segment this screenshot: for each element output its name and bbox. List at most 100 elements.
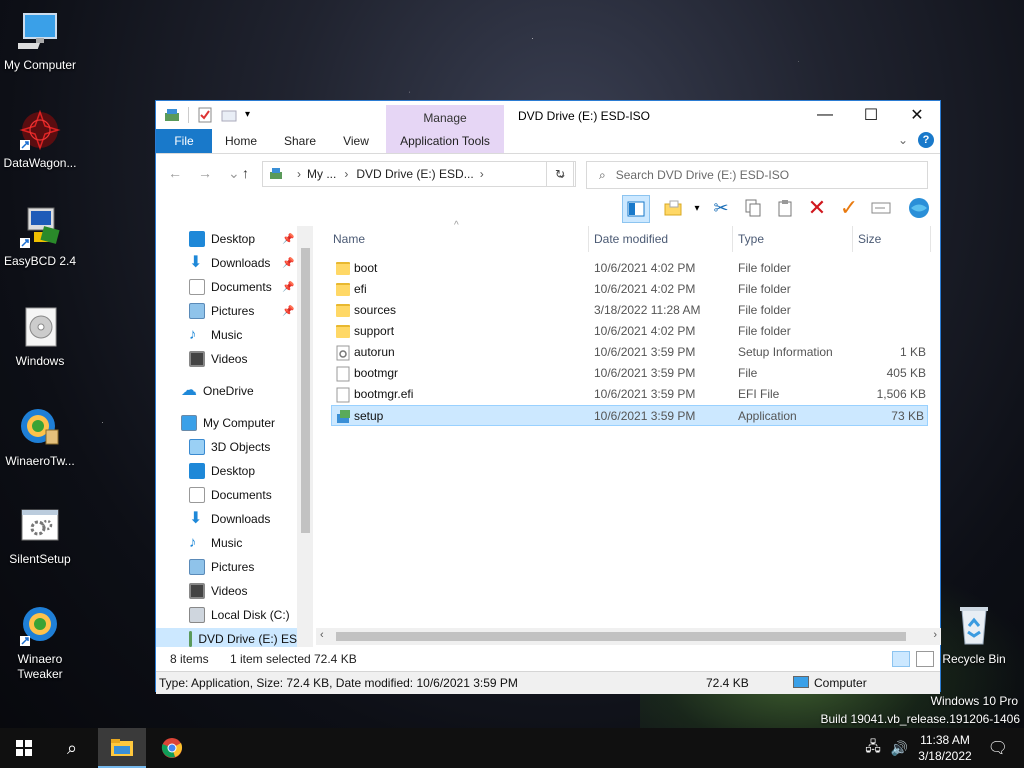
column-divider[interactable] <box>852 226 853 252</box>
help-icon[interactable]: ? <box>918 132 934 148</box>
checkmark-icon[interactable]: ✓ <box>836 195 862 221</box>
expand-ribbon-icon[interactable]: ⌄ <box>898 133 908 147</box>
file-date: 10/6/2021 4:02 PM <box>594 282 696 296</box>
tab-application-tools[interactable]: Application Tools <box>386 129 504 153</box>
details-view-icon[interactable] <box>892 651 910 667</box>
column-header-size[interactable]: Size <box>858 226 881 252</box>
manage-contextual-tab[interactable]: Manage <box>386 105 504 129</box>
pin-icon[interactable]: 📌 <box>282 258 294 269</box>
column-divider[interactable] <box>930 226 931 252</box>
nav-item-label: Desktop <box>211 464 256 478</box>
nav-item-downloads-pc[interactable]: ⬇ Downloads <box>189 508 270 530</box>
file-type: EFI File <box>738 387 780 401</box>
file-row[interactable]: bootmgr 10/6/2021 3:59 PM File 405 KB <box>331 363 928 384</box>
rename-icon[interactable] <box>868 195 894 221</box>
column-divider[interactable] <box>732 226 733 252</box>
new-folder-icon[interactable] <box>221 107 237 123</box>
chevron-right-icon: › <box>479 167 484 181</box>
nav-item-dvd-drive[interactable]: DVD Drive (E:) ES <box>156 628 297 647</box>
properties-icon[interactable] <box>197 107 213 123</box>
file-row-selected[interactable]: setup 10/6/2021 3:59 PM Application 73 K… <box>331 405 928 426</box>
large-icons-view-icon[interactable] <box>916 651 934 667</box>
column-header-type[interactable]: Type <box>738 226 764 252</box>
nav-item-documents[interactable]: Documents <box>189 276 272 298</box>
file-row[interactable]: boot 10/6/2021 4:02 PM File folder <box>331 258 928 279</box>
tab-file[interactable]: File <box>156 129 212 153</box>
start-button[interactable] <box>0 728 48 768</box>
volume-icon[interactable]: 🔊 <box>891 740 908 757</box>
column-header-date[interactable]: Date modified <box>594 226 668 252</box>
clock[interactable]: 11:38 AM 3/18/2022 <box>918 732 971 764</box>
desktop-icon-winaero-tweaker[interactable]: Winaero Tweaker <box>0 604 80 682</box>
cut-icon[interactable]: ✂ <box>708 195 734 221</box>
nav-item-my-computer[interactable]: My Computer <box>181 412 275 434</box>
file-row[interactable]: bootmgr.efi 10/6/2021 3:59 PM EFI File 1… <box>331 384 928 405</box>
back-arrow-icon[interactable]: ← <box>168 165 182 181</box>
nav-item-documents-pc[interactable]: Documents <box>189 484 272 506</box>
nav-item-pictures[interactable]: Pictures <box>189 300 254 322</box>
file-row[interactable]: sources 3/18/2022 11:28 AM File folder <box>331 300 928 321</box>
videos-icon <box>189 351 205 367</box>
nav-item-music[interactable]: ♪ Music <box>189 324 242 346</box>
nav-item-3d-objects[interactable]: 3D Objects <box>189 436 270 458</box>
nav-item-videos-pc[interactable]: Videos <box>189 580 247 602</box>
nav-item-videos[interactable]: Videos <box>189 348 247 370</box>
nav-item-local-disk[interactable]: Local Disk (C:) <box>189 604 290 626</box>
chevron-down-icon[interactable]: ⌄ <box>228 165 240 182</box>
preview-pane-icon[interactable] <box>622 195 650 223</box>
desktop-icon-datawagon[interactable]: DataWagon... <box>0 108 80 170</box>
chevron-down-icon[interactable]: ▾ <box>684 195 710 221</box>
up-arrow-icon[interactable]: ↑ <box>242 165 249 181</box>
scroll-left-icon[interactable]: ‹ <box>320 629 324 641</box>
file-row[interactable]: support 10/6/2021 4:02 PM File folder <box>331 321 928 342</box>
refresh-button[interactable]: ↻ <box>546 161 574 187</box>
nav-item-onedrive[interactable]: ☁ OneDrive <box>181 380 254 402</box>
tab-view[interactable]: View <box>336 129 376 153</box>
copy-icon[interactable] <box>740 195 766 221</box>
pin-icon[interactable]: 📌 <box>282 306 294 317</box>
nav-item-music-pc[interactable]: ♪ Music <box>189 532 242 554</box>
search-input[interactable]: ⌕ Search DVD Drive (E:) ESD-ISO <box>586 161 928 189</box>
delete-icon[interactable]: ✕ <box>804 195 830 221</box>
taskbar-chrome[interactable] <box>148 728 196 768</box>
column-divider[interactable] <box>588 226 589 252</box>
breadcrumb-my-computer[interactable]: My ... <box>307 167 336 181</box>
desktop-icon-my-computer[interactable]: My Computer <box>0 10 80 72</box>
search-button[interactable]: ⌕ <box>48 728 96 768</box>
nav-item-desktop[interactable]: Desktop <box>189 228 255 250</box>
close-button[interactable]: ✕ <box>894 101 940 129</box>
details-location: Computer <box>814 676 867 690</box>
desktop-icon-easybcd[interactable]: EasyBCD 2.4 <box>0 206 80 268</box>
file-row[interactable]: efi 10/6/2021 4:02 PM File folder <box>331 279 928 300</box>
file-row[interactable]: autorun 10/6/2021 3:59 PM Setup Informat… <box>331 342 928 363</box>
address-bar[interactable]: › My ... › DVD Drive (E:) ESD... › ⌄ <box>262 161 576 187</box>
tab-home[interactable]: Home <box>218 129 264 153</box>
minimize-button[interactable]: — <box>802 101 848 129</box>
chevron-down-icon[interactable]: ▾ <box>245 107 261 123</box>
desktop-icon-recycle-bin[interactable]: Recycle Bin <box>934 604 1014 666</box>
nav-item-pictures-pc[interactable]: Pictures <box>189 556 254 578</box>
paste-icon[interactable] <box>772 195 798 221</box>
maximize-button[interactable]: ☐ <box>848 101 894 129</box>
action-center-icon[interactable]: 🗨 <box>988 738 1008 758</box>
desktop-icon-windows[interactable]: Windows <box>0 306 80 368</box>
breadcrumb-dvd-drive[interactable]: DVD Drive (E:) ESD... <box>356 167 473 181</box>
column-header-name[interactable]: Name <box>333 226 365 252</box>
desktop-icon-silentsetup[interactable]: SilentSetup <box>0 504 80 566</box>
file-list-horizontal-scrollbar[interactable]: ‹ › <box>316 628 941 645</box>
globe-icon[interactable] <box>906 195 932 221</box>
scroll-right-icon[interactable]: › <box>933 629 937 641</box>
pin-icon[interactable]: 📌 <box>282 234 294 245</box>
network-icon[interactable]: 🖧 <box>865 736 881 760</box>
scrollbar-thumb[interactable] <box>336 632 906 641</box>
new-folder-icon[interactable] <box>660 195 686 221</box>
nav-item-desktop-pc[interactable]: Desktop <box>189 460 255 482</box>
forward-arrow-icon[interactable]: → <box>198 165 212 181</box>
navigation-pane-scrollbar[interactable] <box>297 226 313 647</box>
nav-item-downloads[interactable]: ⬇ Downloads <box>189 252 270 274</box>
tab-share[interactable]: Share <box>278 129 322 153</box>
pin-icon[interactable]: 📌 <box>282 282 294 293</box>
scrollbar-thumb[interactable] <box>301 248 310 533</box>
desktop-icon-winaerotw[interactable]: WinaeroTw... <box>0 406 80 468</box>
taskbar-file-explorer[interactable] <box>98 728 146 768</box>
